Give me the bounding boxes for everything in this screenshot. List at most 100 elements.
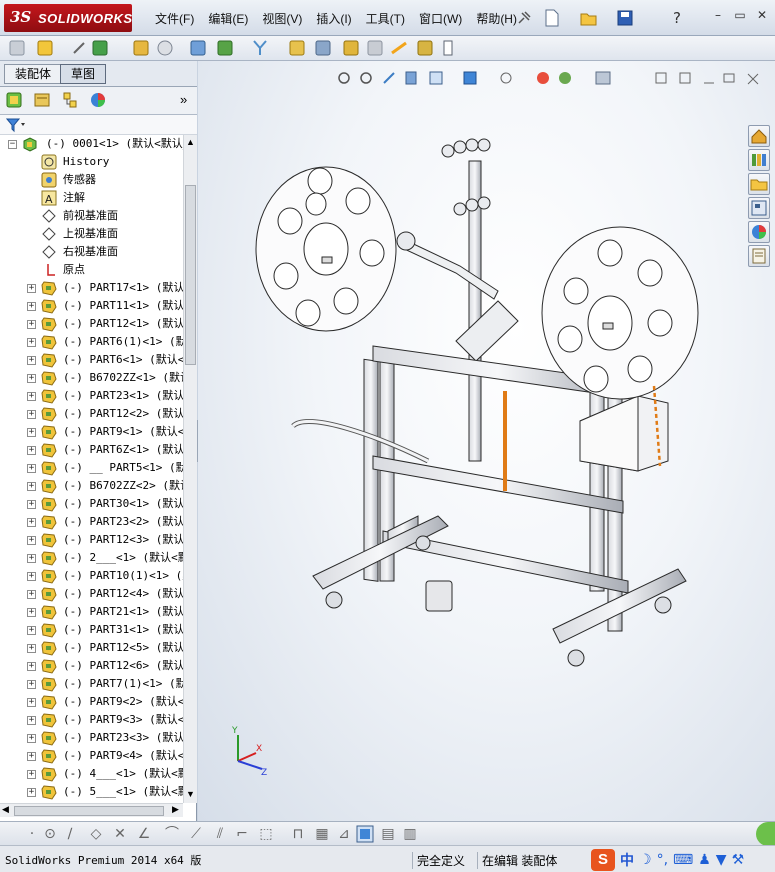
- angle-icon[interactable]: ∠: [136, 826, 152, 842]
- expand-icon[interactable]: +: [27, 734, 36, 743]
- expand-icon[interactable]: +: [27, 320, 36, 329]
- expand-icon[interactable]: +: [27, 302, 36, 311]
- expand-icon[interactable]: +: [27, 338, 36, 347]
- smart-dimension-icon[interactable]: ⌒: [164, 826, 180, 842]
- sogou-logo-icon[interactable]: S: [591, 848, 615, 871]
- expand-icon[interactable]: +: [27, 392, 36, 401]
- tree-part-item[interactable]: + (-) PART6Z<1> (默认<: [0, 441, 183, 459]
- chevron-right-icon[interactable]: »: [180, 92, 187, 107]
- tree-part-item[interactable]: + (-) PART23<3> (默认<: [0, 729, 183, 747]
- expand-icon[interactable]: +: [27, 770, 36, 779]
- graphics-area[interactable]: Y X Z: [198, 61, 775, 821]
- tree-part-item[interactable]: + (-) PART12<4> (默认<: [0, 585, 183, 603]
- tree-part-item[interactable]: + (-) PART12<6> (默认<: [0, 657, 183, 675]
- tree-part-item[interactable]: + (-) PART12<5> (默认<: [0, 639, 183, 657]
- expand-icon[interactable]: +: [27, 482, 36, 491]
- expand-icon[interactable]: +: [27, 662, 36, 671]
- menu-insert[interactable]: 插入(I): [309, 10, 358, 27]
- menu-file[interactable]: 文件(F): [148, 10, 201, 27]
- hscroll-thumb[interactable]: [14, 806, 164, 816]
- tree-part-item[interactable]: + (-) PART9<4> (默认<<: [0, 747, 183, 765]
- tree-feature-item[interactable]: 传感器: [0, 171, 183, 189]
- scroll-left-icon[interactable]: ◀: [2, 804, 9, 815]
- tree-part-item[interactable]: + (-) PART9<2> (默认<<: [0, 693, 183, 711]
- expand-icon[interactable]: +: [27, 446, 36, 455]
- expand-icon[interactable]: +: [27, 644, 36, 653]
- menu-edit[interactable]: 编辑(E): [201, 10, 255, 27]
- tree-part-item[interactable]: + (-) PART17<1> (默认<: [0, 279, 183, 297]
- tree-part-item[interactable]: + (-) PART10(1)<1> (默: [0, 567, 183, 585]
- shirt-icon[interactable]: ▼: [716, 852, 727, 868]
- expand-icon[interactable]: +: [27, 752, 36, 761]
- tree-part-item[interactable]: + (-) 5___<1> (默认<默: [0, 783, 183, 801]
- expand-icon[interactable]: +: [27, 428, 36, 437]
- minimize-icon[interactable]: –: [711, 8, 725, 22]
- expand-icon[interactable]: +: [27, 464, 36, 473]
- tree-part-item[interactable]: + (-) __ PART5<1> (默认: [0, 459, 183, 477]
- wrench-icon[interactable]: ⚒: [732, 852, 745, 868]
- table-icon[interactable]: ▤: [380, 826, 396, 842]
- expand-icon[interactable]: +: [27, 536, 36, 545]
- tab-sketch[interactable]: 草图: [60, 64, 107, 84]
- feature-tree-tab-icon[interactable]: [6, 92, 22, 108]
- tree-part-item[interactable]: + (-) PART23<2> (默认<: [0, 513, 183, 531]
- tree-root[interactable]: − (-) 0001<1> (默认<默认_: [0, 135, 183, 153]
- filter-bar[interactable]: [0, 115, 197, 135]
- scroll-thumb[interactable]: [185, 185, 196, 365]
- grid-icon[interactable]: ▦: [314, 826, 330, 842]
- expand-icon[interactable]: +: [27, 788, 36, 797]
- solidworks-logo[interactable]: 3S SOLIDWORKS: [4, 4, 132, 32]
- scroll-right-icon[interactable]: ▶: [172, 804, 179, 815]
- restore-icon[interactable]: ▭: [733, 8, 747, 22]
- table-2-icon[interactable]: ▥: [402, 826, 418, 842]
- tree-part-item[interactable]: + (-) PART23<1> (默认<: [0, 387, 183, 405]
- expand-icon[interactable]: +: [27, 680, 36, 689]
- tree-part-item[interactable]: + (-) PART31<1> (默认<: [0, 621, 183, 639]
- expand-icon[interactable]: +: [27, 716, 36, 725]
- expand-icon[interactable]: +: [27, 500, 36, 509]
- menu-view[interactable]: 视图(V): [255, 10, 309, 27]
- tree-part-item[interactable]: + (-) 2___<1> (默认<默: [0, 549, 183, 567]
- pin-icon[interactable]: [516, 10, 532, 26]
- expand-icon[interactable]: +: [27, 572, 36, 581]
- tree-feature-item[interactable]: History: [0, 153, 183, 171]
- tree-part-item[interactable]: + (-) PART9<3> (默认<<: [0, 711, 183, 729]
- help-icon[interactable]: ?: [670, 9, 686, 27]
- property-manager-tab-icon[interactable]: [34, 92, 50, 108]
- tree-part-item[interactable]: + (-) PART30<1> (默认<: [0, 495, 183, 513]
- menu-tools[interactable]: 工具(T): [359, 10, 412, 27]
- tree-feature-item[interactable]: 上视基准面: [0, 225, 183, 243]
- expand-icon[interactable]: +: [27, 698, 36, 707]
- expand-icon[interactable]: +: [27, 518, 36, 527]
- expand-icon[interactable]: +: [27, 284, 36, 293]
- tree-part-item[interactable]: + (-) PART6(1)<1> (默认: [0, 333, 183, 351]
- tree-vertical-scrollbar[interactable]: ▲ ▼: [183, 135, 197, 803]
- assembly-model[interactable]: Y X Z: [198, 61, 775, 821]
- tree-part-item[interactable]: + (-) PART12<3> (默认<: [0, 531, 183, 549]
- filter-icon[interactable]: [6, 117, 26, 133]
- configuration-tab-icon[interactable]: [62, 92, 78, 108]
- expand-icon[interactable]: +: [27, 590, 36, 599]
- expand-icon[interactable]: +: [27, 374, 36, 383]
- expand-icon[interactable]: +: [27, 626, 36, 635]
- user-icon[interactable]: ♟: [698, 852, 711, 868]
- tree-part-item[interactable]: + (-) PART7(1)<1> (默认: [0, 675, 183, 693]
- tree-feature-item[interactable]: 原点: [0, 261, 183, 279]
- keyboard-icon[interactable]: ⌨: [673, 852, 693, 868]
- circle-icon[interactable]: ⊙: [42, 826, 58, 842]
- expand-icon[interactable]: +: [27, 554, 36, 563]
- tab-assembly[interactable]: 装配体: [4, 64, 63, 84]
- scroll-down-icon[interactable]: ▼: [186, 789, 195, 799]
- tree-feature-item[interactable]: 右视基准面: [0, 243, 183, 261]
- tree-part-item[interactable]: + (-) PART9<1> (默认<<: [0, 423, 183, 441]
- ruler-icon[interactable]: ⊓: [290, 826, 306, 842]
- expand-icon[interactable]: +: [27, 410, 36, 419]
- tree-part-item[interactable]: + (-) PART12<1> (默认<: [0, 315, 183, 333]
- rect-select-icon[interactable]: ⬚: [258, 826, 274, 842]
- menu-window[interactable]: 窗口(W): [412, 10, 469, 27]
- collapse-icon[interactable]: −: [8, 140, 17, 149]
- tree-feature-item[interactable]: A 注解: [0, 189, 183, 207]
- open-folder-icon[interactable]: [580, 9, 598, 27]
- tree-part-item[interactable]: + (-) PART21<1> (默认<: [0, 603, 183, 621]
- offset-icon[interactable]: ⫽: [212, 826, 228, 842]
